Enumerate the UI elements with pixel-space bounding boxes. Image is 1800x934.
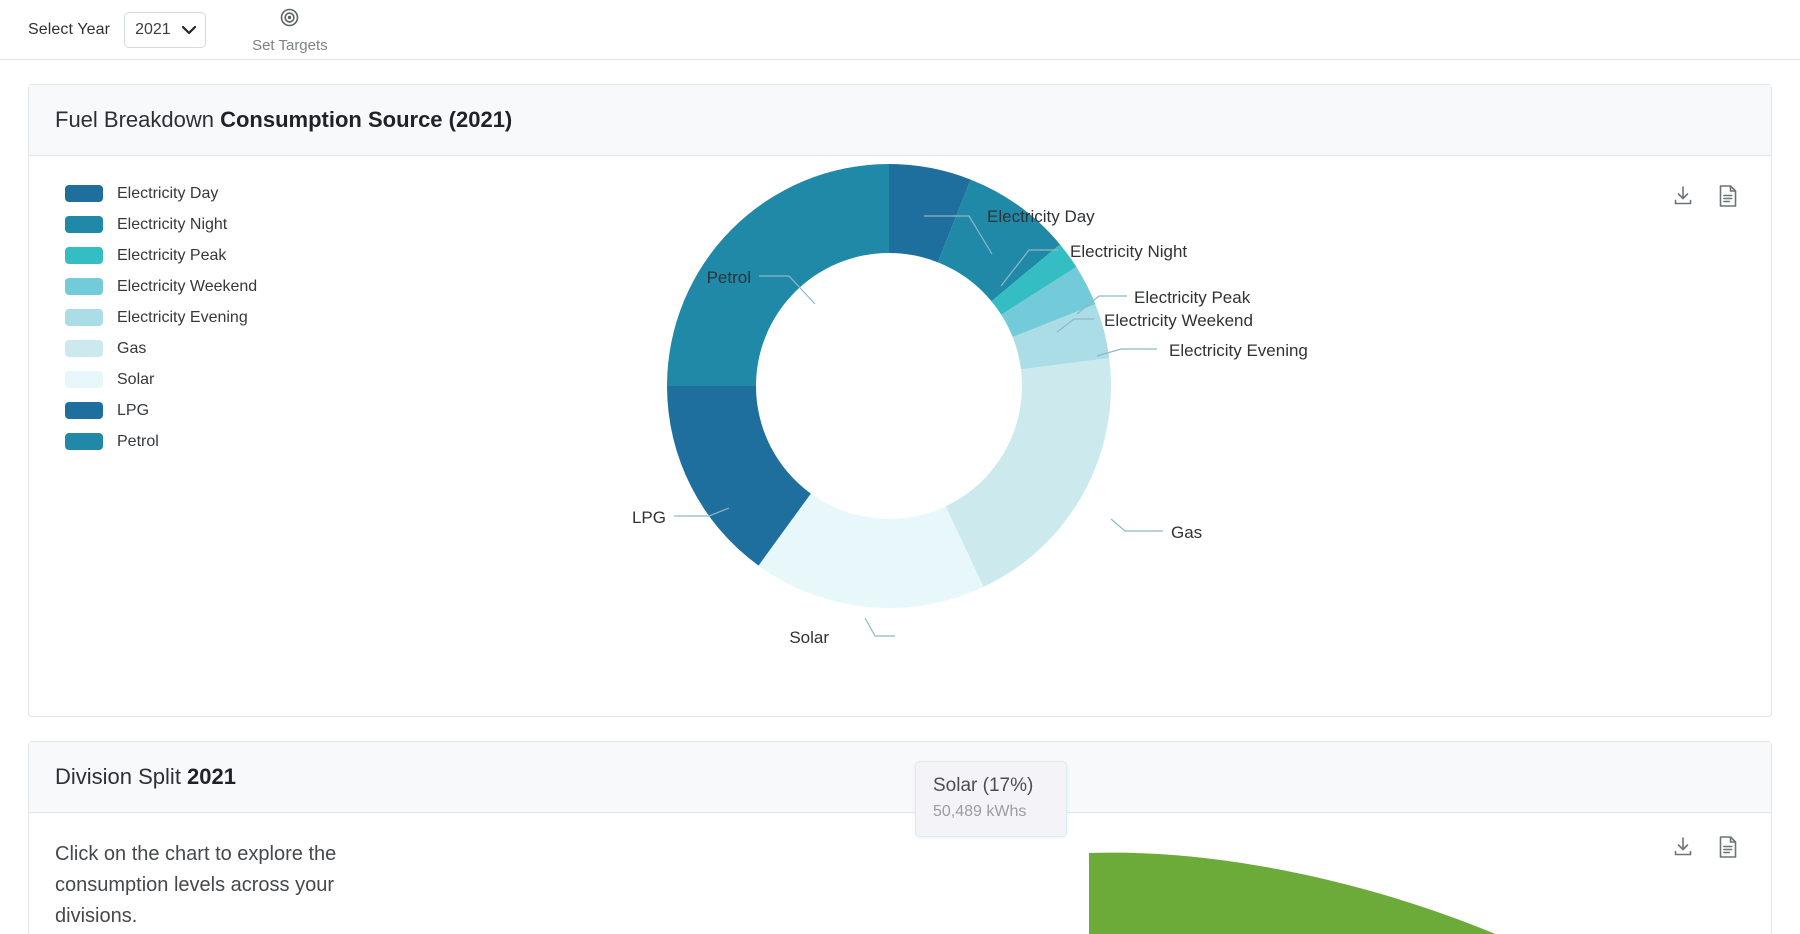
donut-label-lpg: LPG [632,508,666,527]
set-targets-button[interactable]: Set Targets [252,6,328,53]
fuel-breakdown-body: Electricity Day Electricity Night Electr… [29,156,1771,837]
year-select-wrapper: 2021 [124,11,207,48]
fuel-breakdown-card: Fuel Breakdown Consumption Source (2021) [28,84,1772,837]
division-split-body: Click on the chart to explore the consum… [29,813,1771,934]
division-arc-segment[interactable] [1089,852,1559,934]
division-split-chart[interactable] [1089,823,1729,934]
donut-label-electricity-night: Electricity Night [1070,242,1187,261]
donut-chart-area: Electricity Day Electricity Night Electr… [29,156,1771,837]
donut-chart[interactable]: Electricity Day Electricity Night Electr… [29,156,1769,716]
donut-label-electricity-evening: Electricity Evening [1169,341,1308,360]
division-split-title-strong: 2021 [187,764,236,789]
fuel-breakdown-title-strong: Consumption Source (2021) [220,107,513,132]
division-split-title-prefix: Division Split [55,764,188,789]
set-targets-label: Set Targets [252,37,328,54]
select-year-label: Select Year [28,20,111,38]
top-toolbar: Select Year 2021 Set Targets [0,0,1800,60]
donut-slices [667,164,1111,608]
donut-label-electricity-peak: Electricity Peak [1134,288,1251,307]
donut-label-petrol: Petrol [707,268,751,287]
donut-slice-petrol[interactable] [667,164,889,386]
target-icon [280,8,299,31]
donut-label-electricity-day: Electricity Day [987,207,1095,226]
year-select[interactable]: 2021 [124,11,207,48]
division-split-title: Division Split 2021 [29,742,1771,813]
donut-label-electricity-weekend: Electricity Weekend [1104,311,1253,330]
donut-slice-gas[interactable] [945,358,1111,587]
donut-label-gas: Gas [1171,523,1202,542]
tooltip-title: Solar (17%) [933,775,1034,796]
fuel-breakdown-title-prefix: Fuel Breakdown [55,107,221,132]
donut-label-solar: Solar [789,628,829,647]
division-split-description: Click on the chart to explore the consum… [55,843,337,927]
division-split-card: Division Split 2021 Click on the chart t… [28,741,1772,934]
fuel-breakdown-title: Fuel Breakdown Consumption Source (2021) [29,85,1771,156]
